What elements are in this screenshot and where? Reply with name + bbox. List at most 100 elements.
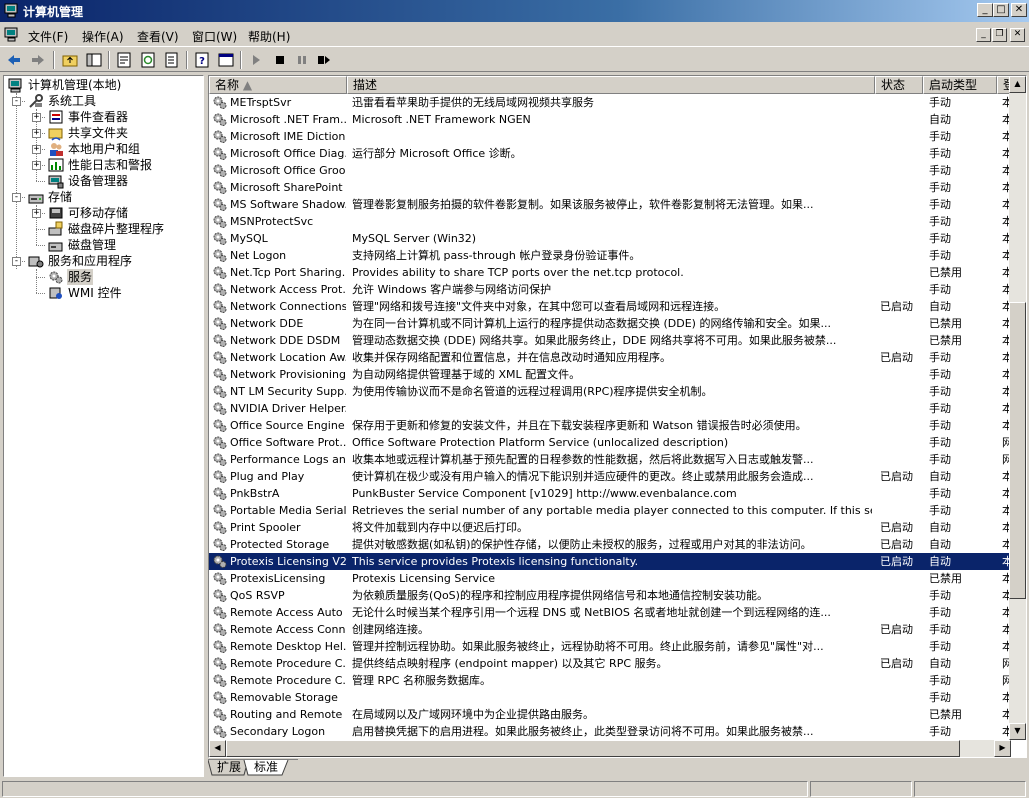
table-row[interactable]: Microsoft .NET Fram... Microsoft .NET Fra… — [209, 111, 1009, 128]
maximize-button[interactable]: □ — [993, 3, 1009, 17]
table-row[interactable]: Net Logon 支持网络上计算机 pass-through 帐户登录身份验证事… — [209, 247, 1009, 264]
expand-event-viewer[interactable]: + — [32, 113, 41, 122]
table-row[interactable]: Microsoft Office Groo... 手动 本 — [209, 162, 1009, 179]
table-row[interactable]: Portable Media Serial... Retrieves the se… — [209, 502, 1009, 519]
menu-window[interactable]: 窗口(W) — [192, 28, 237, 45]
table-row[interactable]: Network DDE DSDM 管理动态数据交换 (DDE) 网络共享。如果此服… — [209, 332, 1009, 349]
cell-desc: Provides ability to share TCP ports over… — [352, 266, 684, 279]
service-gear-icon — [213, 538, 227, 551]
collapse-system-tools[interactable]: - — [12, 97, 21, 106]
table-row[interactable]: NVIDIA Driver Helper... 手动 本 — [209, 400, 1009, 417]
horizontal-scrollbar[interactable]: ◀ ▶ — [209, 740, 1011, 757]
scroll-left-button[interactable]: ◀ — [209, 740, 226, 757]
cell-name: Network DDE DSDM — [230, 334, 341, 347]
menu-view[interactable]: 查看(V) — [137, 28, 179, 45]
table-row[interactable]: Protected Storage 提供对敏感数据(如私钥)的保护性存储，以便防止… — [209, 536, 1009, 553]
table-row[interactable]: Print Spooler 将文件加载到内存中以便迟后打印。 已启动 自动 本 — [209, 519, 1009, 536]
service-gear-icon — [213, 164, 227, 177]
menu-file[interactable]: 文件(F) — [28, 28, 68, 45]
service-gear-icon — [213, 368, 227, 381]
child-close-button[interactable]: ✕ — [1010, 28, 1025, 42]
table-row[interactable]: Remote Access Auto ... 无论什么时候当某个程序引用一个远程 … — [209, 604, 1009, 621]
up-folder-icon[interactable] — [60, 50, 80, 70]
column-description[interactable]: 描述 — [347, 76, 875, 94]
service-gear-icon — [213, 334, 227, 347]
table-row[interactable]: Microsoft Office Diag... 运行部分 Microsoft O… — [209, 145, 1009, 162]
child-restore-button[interactable]: ❐ — [992, 28, 1007, 42]
start-service-icon[interactable] — [246, 50, 266, 70]
services-list[interactable]: 名称 ▲ 描述 状态 启动类型 登 METrsptSvr 迅雷看看苹果助手提供的无… — [208, 75, 1027, 758]
console-view-icon[interactable] — [216, 50, 236, 70]
tab-standard[interactable]: 标准 — [250, 759, 282, 776]
vertical-scrollbar[interactable]: ▲ ▼ — [1009, 76, 1026, 740]
back-icon[interactable] — [4, 50, 24, 70]
table-row[interactable]: NT LM Security Supp... 为使用传输协议而不是命名管道的远程过… — [209, 383, 1009, 400]
table-row[interactable]: Secondary Logon 启用替换凭据下的启用进程。如果此服务被终止，此类型… — [209, 723, 1009, 740]
table-row[interactable]: Office Source Engine 保存用于更新和修复的安装文件，并且在下载… — [209, 417, 1009, 434]
table-row[interactable]: Remote Procedure C... 管理 RPC 名称服务数据库。 手动 网 — [209, 672, 1009, 689]
pause-service-icon[interactable] — [292, 50, 312, 70]
menu-action[interactable]: 操作(A) — [82, 28, 124, 45]
column-name[interactable]: 名称 ▲ — [209, 76, 347, 94]
vertical-scroll-thumb[interactable] — [1009, 302, 1026, 599]
service-gear-icon — [213, 300, 227, 313]
table-row[interactable]: METrsptSvr 迅雷看看苹果助手提供的无线局域网视频共享服务 手动 本 — [209, 94, 1009, 111]
stop-service-icon[interactable] — [270, 50, 290, 70]
table-row[interactable]: Microsoft IME Diction... 手动 本 — [209, 128, 1009, 145]
table-row[interactable]: MSNProtectSvc 手动 本 — [209, 213, 1009, 230]
show-hide-tree-icon[interactable] — [84, 50, 104, 70]
expand-shared-folders[interactable]: + — [32, 129, 41, 138]
minimize-button[interactable]: _ — [977, 3, 993, 17]
horizontal-scroll-thumb[interactable] — [226, 740, 960, 757]
table-row[interactable]: Routing and Remote ... 在局域网以及广域网环境中为企业提供路… — [209, 706, 1009, 723]
cell-startup: 手动 — [929, 725, 951, 738]
expand-perf-logs[interactable]: + — [32, 161, 41, 170]
table-row[interactable]: Remote Procedure C... 提供终结点映射程序 (endpoint… — [209, 655, 1009, 672]
table-row[interactable]: Network Location Aw... 收集并保存网络配置和位置信息，并在信… — [209, 349, 1009, 366]
console-tree[interactable]: 计算机管理(本地) - 系统工具 + 事件查看器 + 共享文件夹 + 本地用户和… — [3, 75, 204, 777]
cell-startup: 手动 — [929, 606, 951, 619]
close-button[interactable]: ✕ — [1011, 3, 1027, 17]
restart-service-icon[interactable] — [314, 50, 334, 70]
title-bar[interactable]: 计算机管理 _ □ ✕ — [0, 0, 1029, 22]
export-list-icon[interactable] — [162, 50, 182, 70]
table-row[interactable]: Network DDE 为在同一台计算机或不同计算机上运行的程序提供动态数据交换 … — [209, 315, 1009, 332]
menu-help[interactable]: 帮助(H) — [248, 28, 290, 45]
scroll-down-button[interactable]: ▼ — [1009, 723, 1026, 740]
expand-removable-storage[interactable]: + — [32, 209, 41, 218]
tab-extended[interactable]: 扩展 — [214, 759, 244, 776]
table-row[interactable]: Performance Logs an... 收集本地或远程计算机基于预先配置的日… — [209, 451, 1009, 468]
table-row[interactable]: QoS RSVP 为依赖质量服务(QoS)的程序和控制应用程序提供网络信号和本地通… — [209, 587, 1009, 604]
table-row[interactable]: Net.Tcp Port Sharing... Provides ability … — [209, 264, 1009, 281]
expand-local-users[interactable]: + — [32, 145, 41, 154]
forward-icon[interactable] — [28, 50, 48, 70]
table-row[interactable]: MS Software Shadow... 管理卷影复制服务拍摄的软件卷影复制。如… — [209, 196, 1009, 213]
table-row[interactable]: Removable Storage 手动 本 — [209, 689, 1009, 706]
scroll-up-button[interactable]: ▲ — [1009, 76, 1026, 93]
table-row[interactable]: MySQL MySQL Server (Win32) 手动 本 — [209, 230, 1009, 247]
refresh-icon[interactable] — [138, 50, 158, 70]
table-row[interactable]: ProtexisLicensing Protexis Licensing Serv… — [209, 570, 1009, 587]
table-row[interactable]: Microsoft SharePoint ... 手动 本 — [209, 179, 1009, 196]
help-icon[interactable]: ? — [192, 50, 212, 70]
table-row[interactable]: Network Connections 管理"网络和拨号连接"文件夹中对象，在其中… — [209, 298, 1009, 315]
column-status[interactable]: 状态 — [875, 76, 923, 94]
column-startup-type[interactable]: 启动类型 — [923, 76, 997, 94]
scroll-right-button[interactable]: ▶ — [994, 740, 1011, 757]
table-row[interactable]: Network Provisioning... 为自动网络提供管理基于域的 XML… — [209, 366, 1009, 383]
table-row[interactable]: Remote Desktop Hel... 管理并控制远程协助。如果此服务被终止，… — [209, 638, 1009, 655]
table-row[interactable]: PnkBstrA PunkBuster Service Component [v1… — [209, 485, 1009, 502]
table-row[interactable]: Remote Access Conn... 创建网络连接。 已启动 手动 本 — [209, 621, 1009, 638]
system-menu-icon[interactable] — [4, 27, 20, 42]
service-gear-icon — [213, 555, 227, 568]
cell-startup: 手动 — [929, 283, 951, 296]
table-row[interactable]: Office Software Prot... Office Software P… — [209, 434, 1009, 451]
collapse-storage[interactable]: - — [12, 193, 21, 202]
child-minimize-button[interactable]: _ — [976, 28, 991, 42]
collapse-services-apps[interactable]: - — [12, 257, 21, 266]
table-row[interactable]: Plug and Play 使计算机在极少或没有用户输入的情况下能识别并适应硬件的… — [209, 468, 1009, 485]
properties-icon[interactable] — [114, 50, 134, 70]
service-gear-icon — [213, 232, 227, 245]
table-row[interactable]: Network Access Prot... 允许 Windows 客户端参与网络… — [209, 281, 1009, 298]
table-row[interactable]: Protexis Licensing V2 This service provid… — [209, 553, 1009, 570]
